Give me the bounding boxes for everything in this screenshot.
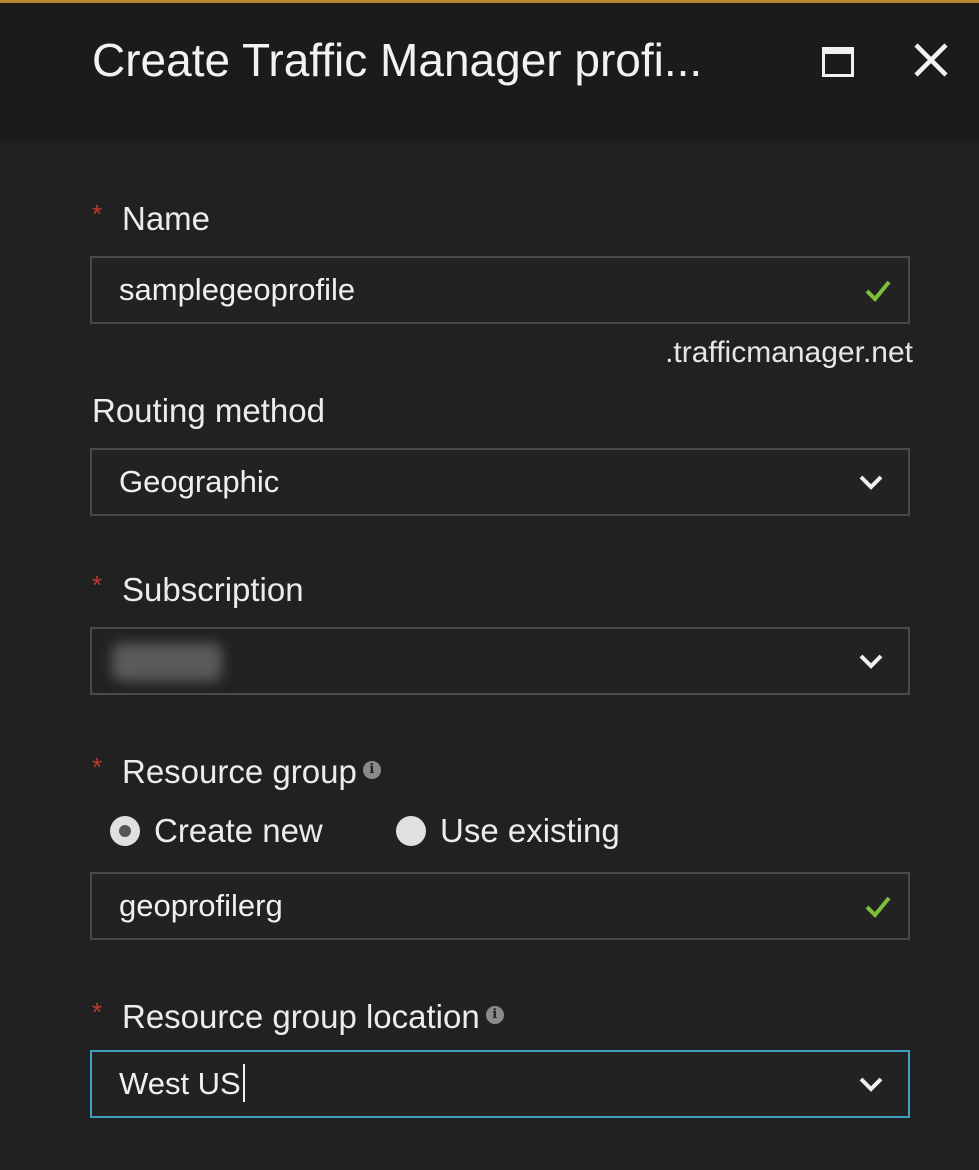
subscription-select[interactable] <box>90 627 910 695</box>
radio-use-existing[interactable]: Use existing <box>396 812 620 850</box>
required-marker: * <box>92 570 103 600</box>
resource-group-location-text: West US <box>119 1066 241 1101</box>
radio-use-existing-label: Use existing <box>440 812 620 849</box>
radio-unselected-indicator <box>396 816 426 846</box>
required-marker: * <box>92 997 103 1027</box>
chevron-down-icon <box>859 475 883 490</box>
checkmark-icon <box>865 280 891 302</box>
blade-title: Create Traffic Manager profi... <box>92 34 703 86</box>
radio-create-new[interactable]: Create new <box>110 812 323 850</box>
text-caret <box>242 1063 245 1102</box>
dns-suffix: .trafficmanager.net <box>665 336 913 369</box>
name-label: Name <box>122 200 211 237</box>
resource-group-location-label: Resource group location i <box>122 998 504 1036</box>
radio-selected-indicator <box>110 816 140 846</box>
resource-group-location-select[interactable]: West US <box>90 1050 910 1118</box>
close-button[interactable] <box>908 37 954 83</box>
blade-header: Create Traffic Manager profi... <box>0 3 979 143</box>
required-marker: * <box>92 752 103 782</box>
required-marker: * <box>92 199 103 229</box>
close-icon <box>914 43 948 77</box>
maximize-icon <box>822 47 854 77</box>
routing-method-label: Routing method <box>92 392 325 429</box>
name-input-value: samplegeoprofile <box>119 272 356 307</box>
routing-method-select[interactable]: Geographic <box>90 448 910 516</box>
subscription-label: Subscription <box>122 571 304 608</box>
info-icon[interactable]: i <box>362 761 381 780</box>
resource-group-location-value: West US <box>119 1063 245 1105</box>
radio-create-new-label: Create new <box>154 812 323 849</box>
resource-group-label: Resource group i <box>122 753 381 791</box>
resource-group-location-label-text: Resource group location <box>122 998 480 1035</box>
routing-method-value: Geographic <box>119 464 280 499</box>
checkmark-icon <box>865 896 891 918</box>
info-icon[interactable]: i <box>485 1006 504 1025</box>
redacted-subscription-value <box>112 643 222 681</box>
resource-group-name-value: geoprofilerg <box>119 888 283 923</box>
chevron-down-icon <box>859 654 883 669</box>
resource-group-label-text: Resource group <box>122 753 357 790</box>
name-input[interactable]: samplegeoprofile <box>90 256 910 324</box>
chevron-down-icon <box>859 1077 883 1092</box>
maximize-button[interactable] <box>822 47 854 77</box>
resource-group-name-input[interactable]: geoprofilerg <box>90 872 910 940</box>
